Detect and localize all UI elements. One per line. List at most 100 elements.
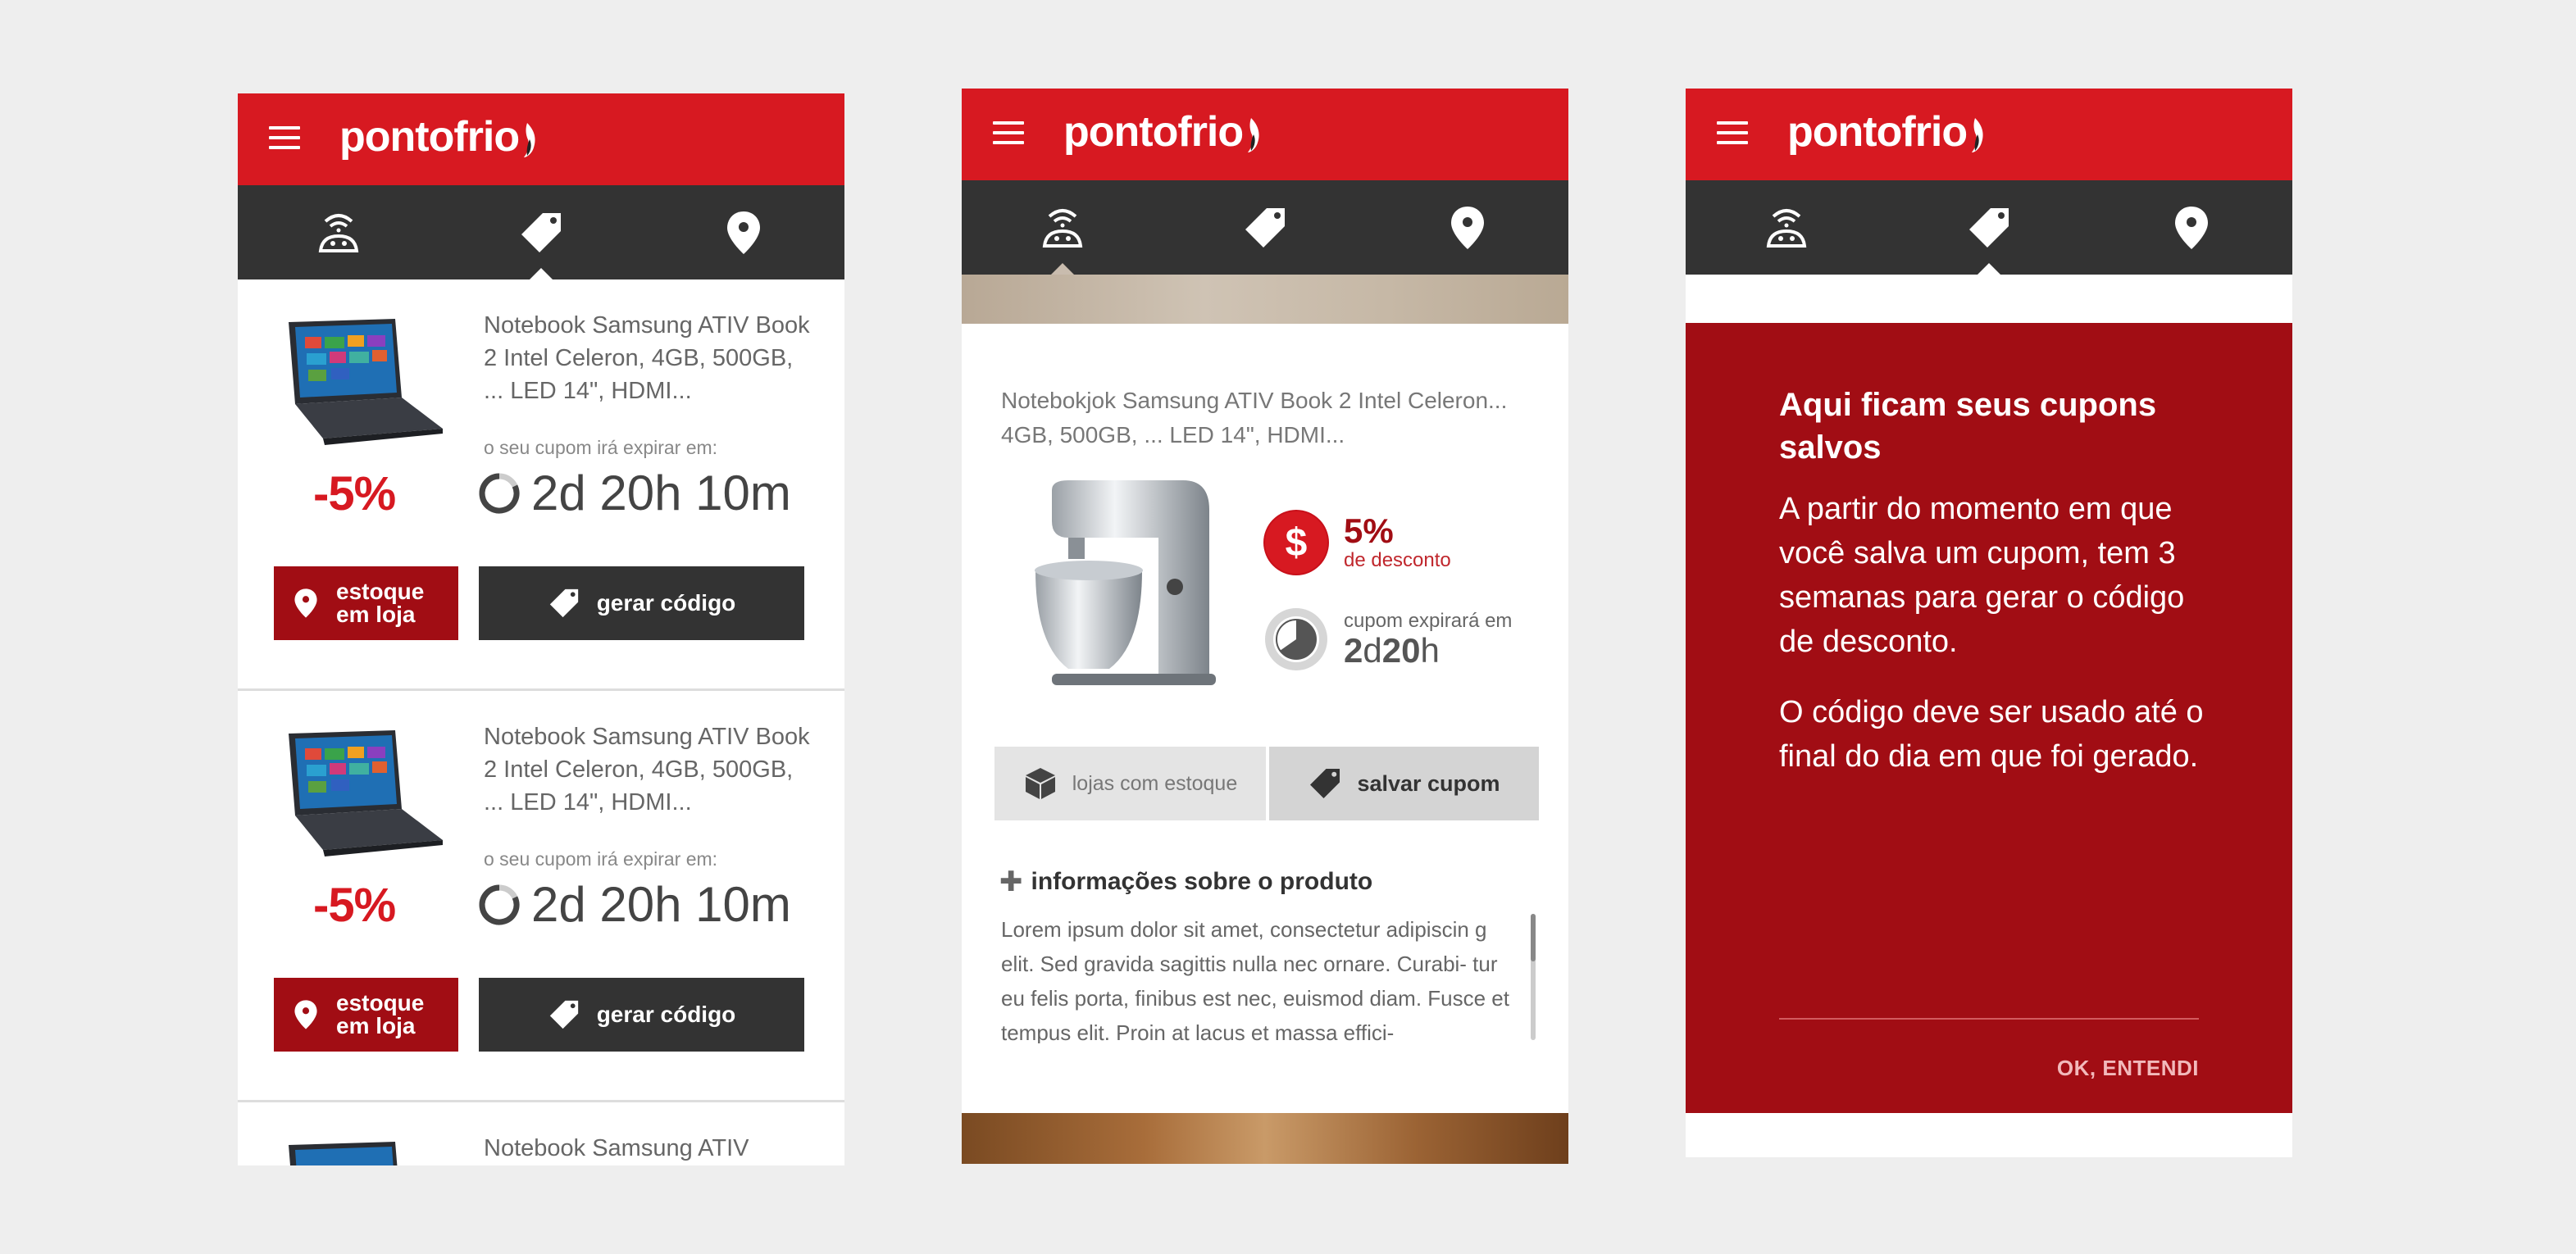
generate-code-button[interactable]: gerar código	[479, 566, 804, 640]
scrollbar-thumb[interactable]	[1531, 914, 1536, 961]
product-title[interactable]: Notebook Samsung ATIV Book 2 Intel Celer…	[484, 720, 812, 819]
nav-robot[interactable]	[238, 185, 440, 279]
coupon-robot-icon	[319, 213, 359, 252]
discount-value: -5%	[313, 467, 396, 520]
stores-with-stock-button[interactable]: lojas com estoque	[994, 747, 1266, 820]
expire-label: cupom expirará em	[1344, 610, 1513, 632]
expire-days: 2	[1344, 631, 1363, 670]
nav-coupons[interactable]	[440, 185, 643, 279]
nav-coupons[interactable]	[1888, 180, 2091, 275]
laptop-product-image	[289, 319, 443, 445]
laptop-product-image	[289, 1142, 398, 1165]
section-nav	[1686, 180, 2292, 275]
box-icon	[1025, 768, 1055, 799]
logo-flame-icon	[1972, 118, 1983, 152]
timer-pie-icon	[1263, 607, 1329, 672]
expiry-info: cupom expirará em 2d20h	[1263, 607, 1512, 672]
expire-hours: 20	[1381, 631, 1421, 670]
plus-icon: ✚	[999, 866, 1023, 897]
save-coupon-button[interactable]: salvar cupom	[1269, 747, 1539, 820]
expire-value: 2d20h	[1344, 633, 1512, 669]
expire-hours-unit: h	[1420, 631, 1440, 670]
discount-value: -5%	[313, 879, 396, 932]
coupon-card[interactable]: Notebook Samsung ATIV	[238, 1102, 844, 1165]
divider	[1779, 1018, 2199, 1020]
store-button-label-line2: em loja	[336, 602, 416, 627]
nav-robot[interactable]	[1686, 180, 1888, 275]
timer-ring-icon	[479, 884, 520, 925]
brand-logo[interactable]: pontofrio	[339, 108, 537, 166]
tag-icon	[549, 588, 578, 618]
onboarding-paragraph-1: A partir do momento em que você salva um…	[1779, 492, 2185, 659]
tag-icon	[521, 212, 561, 252]
coupon-card[interactable]: Notebook Samsung ATIV Book 2 Intel Celer…	[238, 691, 844, 1102]
nav-stores[interactable]	[642, 185, 844, 279]
background-photo-band	[962, 275, 1568, 324]
logo-text: pontofrio	[1063, 108, 1244, 156]
top-bar: pontofrio	[1686, 89, 2292, 180]
coupon-detail-screen: pontofrio Notebokjok Samsung ATIV Book 2…	[962, 89, 1568, 1164]
ok-understood-button[interactable]: OK, ENTENDI	[2057, 1056, 2199, 1081]
coupon-robot-icon	[1043, 208, 1083, 248]
nav-robot[interactable]	[962, 180, 1164, 275]
tag-icon	[1245, 207, 1285, 248]
stand-mixer-product-image	[1035, 480, 1216, 685]
hamburger-menu-icon[interactable]	[993, 121, 1024, 146]
onboarding-paragraph-2: O código deve ser usado até o final do d…	[1779, 695, 2204, 774]
store-button-label-line1: estoque	[336, 579, 425, 604]
hamburger-menu-icon[interactable]	[1717, 121, 1748, 146]
tag-icon	[549, 1000, 578, 1029]
nav-coupons[interactable]	[1164, 180, 1367, 275]
store-button-label-line2: em loja	[336, 1013, 416, 1038]
store-stock-button[interactable]: estoque em loja	[274, 566, 458, 640]
location-pin-icon	[1450, 206, 1484, 249]
svg-text:$: $	[1286, 521, 1308, 565]
logo-flame-icon	[524, 123, 535, 157]
location-pin-icon	[2174, 206, 2208, 249]
tag-icon	[1310, 769, 1340, 798]
info-toggle-label: informações sobre o produto	[1031, 868, 1373, 895]
brand-logo[interactable]: pontofrio	[1063, 103, 1261, 161]
location-pin-icon	[294, 588, 317, 618]
product-title[interactable]: Notebook Samsung ATIV	[484, 1132, 812, 1165]
expire-label: o seu cupom irá expirar em:	[484, 848, 718, 870]
section-nav	[238, 185, 844, 279]
product-info-toggle[interactable]: ✚ informações sobre o produto	[999, 866, 1372, 898]
nav-stores[interactable]	[2090, 180, 2292, 275]
logo-text: pontofrio	[1787, 108, 1968, 156]
onboarding-panel: Aqui ficam seus cupons salvos A partir d…	[1686, 323, 2292, 1113]
top-bar: pontofrio	[962, 89, 1568, 180]
coupon-list-screen: pontofrio Notebook Samsung ATIV Book 2 I…	[238, 93, 844, 1165]
store-button-label-line1: estoque	[336, 990, 425, 1015]
laptop-product-image	[289, 730, 443, 856]
tag-icon	[1969, 207, 2009, 248]
location-pin-icon	[294, 1000, 317, 1029]
generate-code-button[interactable]: gerar código	[479, 978, 804, 1052]
product-description: Lorem ipsum dolor sit amet, consectetur …	[1001, 917, 1509, 1043]
save-button-label: salvar cupom	[1357, 770, 1500, 796]
hamburger-menu-icon[interactable]	[269, 126, 300, 151]
onboarding-heading: Aqui ficam seus cupons salvos	[1779, 387, 2157, 466]
coupon-card[interactable]: Notebook Samsung ATIV Book 2 Intel Celer…	[238, 279, 844, 691]
timer-value: 2d 20h 10m	[531, 877, 791, 932]
store-stock-button[interactable]: estoque em loja	[274, 978, 458, 1052]
nav-stores[interactable]	[1366, 180, 1568, 275]
description-scrollbar[interactable]	[1531, 914, 1536, 1040]
brand-logo[interactable]: pontofrio	[1787, 103, 1985, 161]
countdown-timer: 2d 20h 10m	[477, 465, 791, 521]
product-title[interactable]: Notebook Samsung ATIV Book 2 Intel Celer…	[484, 309, 812, 407]
generate-code-label: gerar código	[596, 1002, 736, 1027]
saved-coupons-screen: pontofrio Aqui ficam seus cupons salvos …	[1686, 89, 2292, 1157]
location-pin-icon	[726, 211, 760, 254]
detail-actions: lojas com estoque salvar cupom	[994, 747, 1539, 820]
discount-label: de desconto	[1344, 549, 1451, 571]
dollar-badge-icon: $	[1263, 510, 1329, 575]
logo-flame-icon	[1248, 118, 1259, 152]
stores-button-label: lojas com estoque	[1072, 771, 1238, 795]
expire-label: o seu cupom irá expirar em:	[484, 437, 718, 458]
top-bar: pontofrio	[238, 93, 844, 185]
expire-days-unit: d	[1363, 631, 1382, 670]
background-photo-band	[962, 1113, 1568, 1164]
discount-info: $ 5% de desconto	[1263, 510, 1451, 575]
timer-value: 2d 20h 10m	[531, 466, 791, 520]
